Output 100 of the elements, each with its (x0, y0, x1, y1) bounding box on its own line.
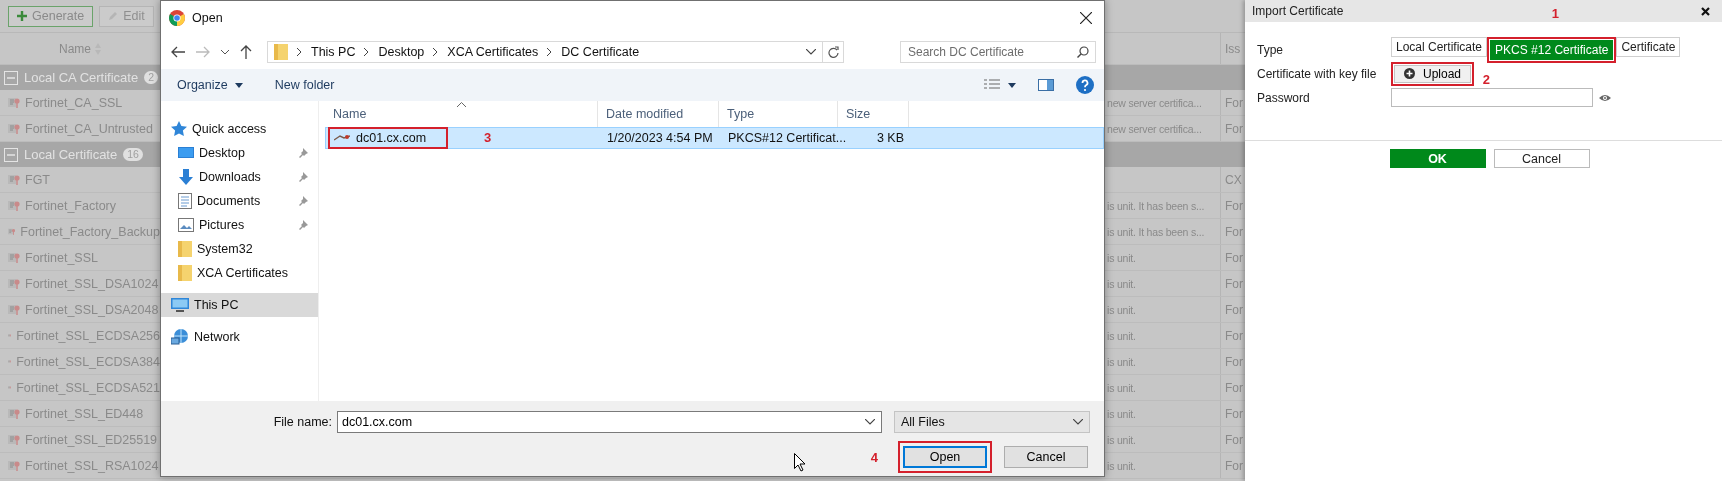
step-number: 1 (1551, 5, 1559, 21)
computer-icon (171, 297, 189, 313)
help-icon[interactable] (1076, 76, 1094, 94)
address-bar[interactable]: This PC Desktop XCA Certificates DC Certificate (267, 41, 823, 63)
table-cell: For (1225, 328, 1243, 343)
type-option[interactable]: PKCS #12 Certificate (1490, 39, 1614, 60)
step-number: 4 (870, 449, 878, 465)
nav-item[interactable]: This PC (161, 293, 318, 317)
pin-icon[interactable] (298, 196, 308, 206)
password-field[interactable] (1391, 88, 1593, 107)
caret-icon (234, 82, 243, 88)
caret-icon (1073, 419, 1083, 425)
close-icon[interactable] (1701, 6, 1710, 16)
file-name-field[interactable]: dc01.cx.com (337, 411, 882, 433)
nav-item[interactable]: System32 (161, 237, 318, 261)
back-arrow-icon[interactable] (171, 46, 185, 58)
chevron-icon (297, 48, 302, 56)
table-cell: 3 KB (876, 131, 904, 145)
table-cell: For (1225, 198, 1243, 213)
type-option[interactable]: Certificate (1616, 36, 1681, 57)
table-cell: For (1225, 432, 1243, 447)
nav-item[interactable]: Pictures (161, 213, 318, 237)
eye-icon[interactable] (1599, 93, 1611, 102)
desktop-icon (178, 146, 194, 160)
certificate-icon (8, 226, 16, 237)
file-name: dc01.cx.com (356, 131, 427, 145)
panel-title: Import Certificate (1252, 4, 1344, 18)
table-cell: Fortinet_SSL_DSA2048 (25, 302, 159, 317)
breadcrumb[interactable]: This PC (311, 45, 356, 59)
file-row[interactable]: dc01.cx.com 3 1/20/2023 4:54 PM PKCS#12 Certificat... 3 KB (325, 127, 1104, 149)
table-cell: Fortinet_SSL (25, 250, 98, 265)
document-icon (178, 193, 192, 209)
browser-logo-icon (169, 10, 185, 26)
table-cell: Fortinet_CA_Untrusted (25, 121, 153, 136)
sort-icon (457, 102, 466, 107)
search-field[interactable]: Search DC Certificate (900, 41, 1096, 63)
breadcrumb[interactable]: Desktop (378, 45, 425, 59)
close-icon[interactable] (1080, 12, 1092, 24)
certificate-icon (8, 434, 20, 445)
table-cell: For (1225, 276, 1243, 291)
table-cell: Fortinet_SSL_ECDSA521 (16, 380, 160, 395)
nav-item[interactable]: Downloads (161, 165, 318, 189)
table-cell: new server certifica... (1107, 122, 1202, 135)
table-cell: For (1225, 302, 1243, 317)
table-cell: CX (1225, 172, 1242, 187)
preview-pane-icon[interactable] (1038, 79, 1054, 91)
table-cell: FGT (25, 172, 50, 187)
table-cell: For (1225, 354, 1243, 369)
nav-item[interactable]: XCA Certificates (161, 261, 318, 285)
group-label: Local CA Certificate (24, 70, 139, 85)
table-cell: Fortinet_SSL_ED25519 (25, 432, 158, 447)
breadcrumb[interactable]: XCA Certificates (447, 45, 539, 59)
table-cell: For (1225, 458, 1243, 473)
breadcrumb[interactable]: DC Certificate (561, 45, 640, 59)
certificate-icon (8, 304, 20, 315)
certificate-icon (8, 97, 20, 108)
new-folder-button[interactable]: New folder (268, 78, 341, 92)
pin-icon[interactable] (298, 172, 308, 182)
count-badge: 2 (144, 71, 158, 84)
pin-icon[interactable] (298, 220, 308, 230)
chevron-icon (547, 48, 553, 56)
table-cell: For (1225, 121, 1243, 136)
table-cell: Fortinet_SSL_ECDSA384 (16, 354, 160, 369)
table-cell: For (1225, 250, 1243, 265)
certificate-icon (8, 200, 20, 211)
caret-icon[interactable] (806, 49, 816, 55)
file-type-dropdown[interactable]: All Files (894, 411, 1090, 433)
refresh-button[interactable] (822, 41, 844, 63)
table-cell: PKCS#12 Certificat... (728, 131, 847, 145)
upload-button[interactable]: Upload (1394, 64, 1472, 83)
nav-item[interactable]: Quick access (161, 117, 318, 141)
up-arrow-icon[interactable] (240, 45, 252, 59)
type-option[interactable]: Local Certificate (1391, 36, 1488, 57)
certificate-icon (8, 174, 20, 185)
nav-item[interactable]: Documents (161, 189, 318, 213)
nav-item[interactable]: Desktop (161, 141, 318, 165)
certificate-icon (8, 278, 20, 289)
table-cell: Fortinet_CA_SSL (25, 95, 123, 110)
certificate-icon (8, 123, 20, 134)
mouse-pointer-icon (794, 453, 806, 472)
star-icon (171, 121, 187, 137)
pin-icon[interactable] (298, 148, 308, 158)
open-button[interactable]: Open (903, 446, 987, 468)
folder-icon (178, 241, 192, 257)
caret-icon[interactable] (1008, 82, 1016, 88)
certificate-icon (8, 252, 20, 263)
ok-button[interactable]: OK (1389, 149, 1486, 168)
certificate-icon (8, 460, 20, 471)
caret-icon[interactable] (221, 49, 229, 55)
step-number: 2 (1482, 71, 1491, 87)
organize-button[interactable]: Organize (171, 78, 249, 92)
step-number: 3 (484, 130, 492, 145)
count-badge: 16 (123, 148, 143, 161)
cancel-button[interactable]: Cancel (1493, 149, 1590, 168)
chevron-icon (433, 48, 439, 56)
nav-item[interactable]: Network (161, 325, 318, 349)
group-label: Local Certificate (24, 147, 118, 162)
field-label: Certificate with key file (1257, 66, 1378, 81)
certificate-icon (8, 408, 20, 419)
cancel-button[interactable]: Cancel (1004, 446, 1088, 468)
